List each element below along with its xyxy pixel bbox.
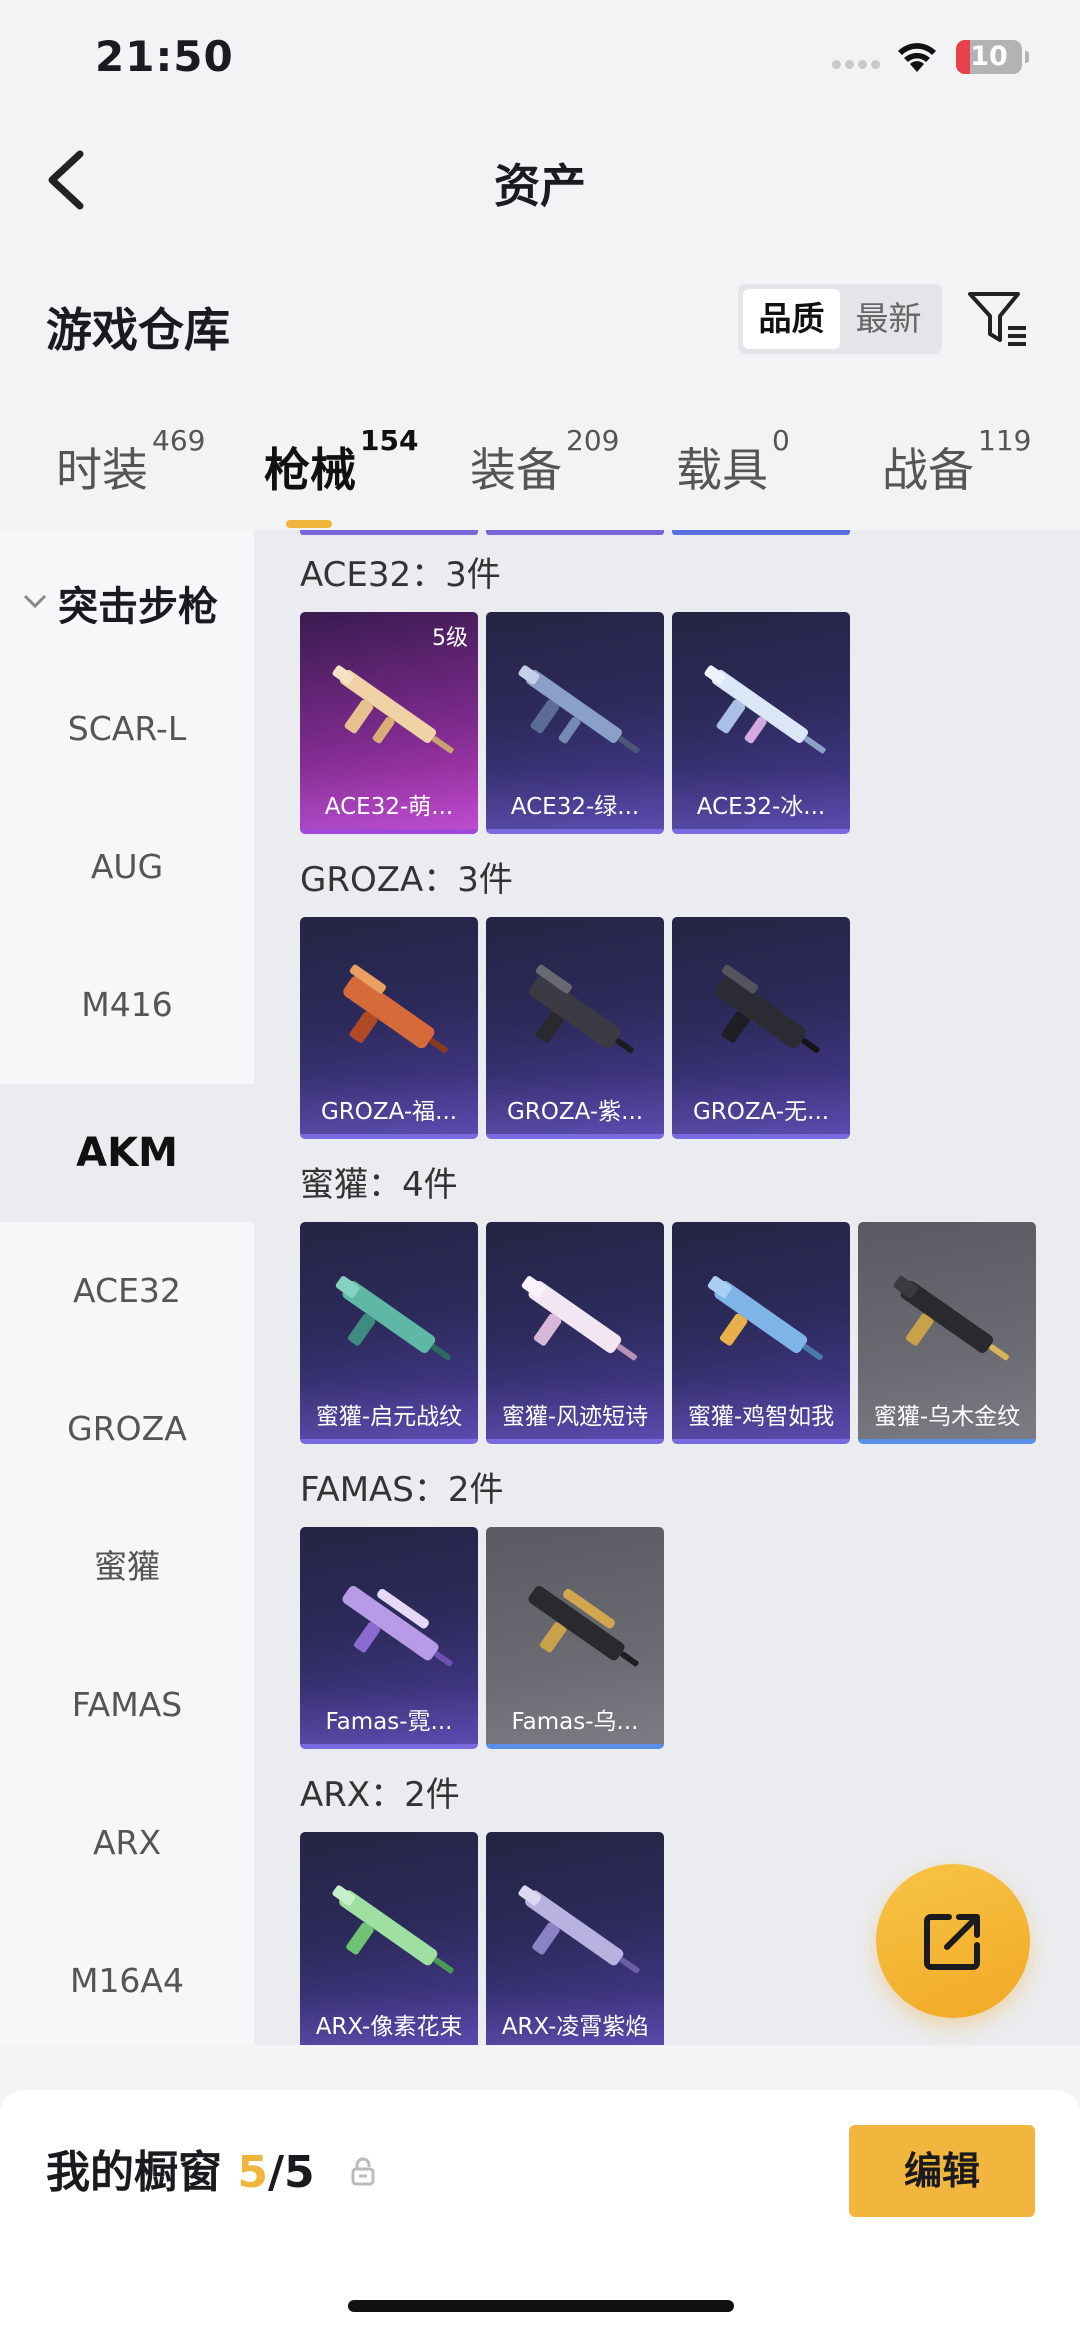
sort-segmented-control: 品质 最新 bbox=[738, 284, 942, 354]
section-groza: GROZA：3件 GROZA-福... GROZA-紫... GROZA-无..… bbox=[300, 855, 1060, 1139]
section-title: ACE32：3件 bbox=[300, 555, 501, 595]
skin-name: 蜜獾-风迹短诗 bbox=[501, 1404, 649, 1430]
tab-label: 载具 bbox=[676, 443, 768, 497]
sidebar-item-scar-l[interactable]: SCAR-L bbox=[0, 660, 254, 798]
sidebar-item-famas[interactable]: FAMAS bbox=[0, 1636, 254, 1774]
skin-card[interactable]: GROZA-紫... bbox=[486, 917, 664, 1139]
skin-card[interactable]: Famas-乌... bbox=[486, 1527, 664, 1749]
tab-count: 469 bbox=[152, 424, 206, 457]
status-bar: 21:50 10 bbox=[0, 0, 1080, 120]
skin-name: GROZA-福... bbox=[320, 1099, 458, 1125]
tab-label: 装备 bbox=[470, 443, 562, 497]
tab-vehicles[interactable]: 载具0 bbox=[676, 424, 790, 500]
skin-name: 蜜獾-启元战纹 bbox=[315, 1404, 463, 1430]
home-indicator bbox=[348, 2300, 734, 2312]
skin-card[interactable]: 蜜獾-风迹短诗 bbox=[486, 1222, 664, 1444]
chevron-down-icon bbox=[23, 594, 47, 609]
section-honey-badger: 蜜獾：4件 蜜獾-启元战纹 蜜獾-风迹短诗 蜜獾-鸡智如我 蜜獾-乌木金纹 bbox=[300, 1160, 1060, 1444]
skin-name: GROZA-紫... bbox=[506, 1099, 644, 1125]
sidebar-item-m416[interactable]: M416 bbox=[0, 936, 254, 1074]
warehouse-title: 游戏仓库 bbox=[46, 303, 230, 357]
skin-card[interactable]: ACE32-冰... bbox=[672, 612, 850, 834]
skin-name: 蜜獾-乌木金纹 bbox=[873, 1404, 1021, 1430]
skin-card[interactable]: 蜜獾-乌木金纹 bbox=[858, 1222, 1036, 1444]
sidebar-item-akm[interactable]: AKM bbox=[0, 1084, 254, 1222]
sidebar-item-m16a4[interactable]: M16A4 bbox=[0, 1912, 254, 2050]
warehouse-header: 游戏仓库 品质 最新 bbox=[0, 280, 1080, 370]
lock-icon bbox=[351, 2157, 375, 2186]
sidebar-item-arx[interactable]: ARX bbox=[0, 1774, 254, 1912]
showcase-title: 我的橱窗 5/5 bbox=[46, 2136, 315, 2200]
section-title: GROZA：3件 bbox=[300, 860, 513, 900]
tab-count: 0 bbox=[772, 424, 790, 457]
skin-name: ARX-像素花束 bbox=[315, 2014, 463, 2040]
section-title: 蜜獾：4件 bbox=[300, 1165, 458, 1205]
sort-quality-button[interactable]: 品质 bbox=[743, 289, 840, 349]
battery-level: 10 bbox=[970, 41, 1008, 72]
section-title: ARX：2件 bbox=[300, 1775, 460, 1815]
active-tab-indicator bbox=[286, 520, 332, 528]
skin-name: ACE32-萌... bbox=[324, 794, 454, 820]
skin-name: ACE32-绿... bbox=[510, 794, 640, 820]
skin-name: Famas-霓... bbox=[325, 1709, 453, 1735]
skin-card[interactable]: Famas-霓... bbox=[300, 1527, 478, 1749]
sidebar-item-aug[interactable]: AUG bbox=[0, 798, 254, 936]
wifi-icon bbox=[898, 43, 936, 72]
skin-level: 5级 bbox=[432, 626, 468, 651]
sidebar-item-honey-badger[interactable]: 蜜獾 bbox=[0, 1498, 254, 1636]
skin-name: Famas-乌... bbox=[511, 1709, 639, 1735]
skin-card[interactable]: ARX-凌霄紫焰 bbox=[486, 1832, 664, 2045]
tab-count: 119 bbox=[978, 424, 1032, 457]
showcase-label: 我的橱窗 bbox=[46, 2147, 222, 2198]
page-title: 资产 bbox=[494, 159, 586, 213]
tab-guns[interactable]: 枪械154 bbox=[264, 424, 418, 528]
edit-button[interactable]: 编辑 bbox=[849, 2125, 1035, 2217]
category-tabs: 时装469 枪械154 装备209 载具0 战备119 bbox=[0, 420, 1080, 530]
battery-icon: 10 bbox=[956, 40, 1029, 74]
sort-latest-button[interactable]: 最新 bbox=[840, 289, 937, 349]
skin-name: GROZA-无... bbox=[692, 1099, 830, 1125]
tab-count: 154 bbox=[360, 424, 419, 457]
status-time: 21:50 bbox=[95, 32, 234, 81]
skin-card[interactable]: ARX-像素花束 bbox=[300, 1832, 478, 2045]
skin-card[interactable]: 5级 ACE32-萌... bbox=[300, 612, 478, 834]
external-link-icon bbox=[924, 1914, 980, 1970]
weapon-type-sidebar: 突击步枪 SCAR-L AUG M416 AKM ACE32 GROZA 蜜獾 … bbox=[0, 530, 254, 2045]
showcase-total: /5 bbox=[267, 2147, 315, 2198]
tab-outfits[interactable]: 时装469 bbox=[56, 424, 205, 500]
share-button[interactable] bbox=[876, 1864, 1030, 2018]
showcase-count: 5 bbox=[237, 2147, 268, 2198]
skin-card[interactable]: GROZA-无... bbox=[672, 917, 850, 1139]
section-ace32: ACE32：3件 5级 ACE32-萌... ACE32-绿... ACE32-… bbox=[300, 550, 1060, 834]
section-title: FAMAS：2件 bbox=[300, 1470, 504, 1510]
section-famas: FAMAS：2件 Famas-霓... Famas-乌... bbox=[300, 1465, 1060, 1749]
skin-card[interactable]: 蜜獾-启元战纹 bbox=[300, 1222, 478, 1444]
nav-bar: 资产 bbox=[0, 130, 1080, 230]
skin-card[interactable]: 蜜獾-鸡智如我 bbox=[672, 1222, 850, 1444]
skin-card[interactable]: GROZA-福... bbox=[300, 917, 478, 1139]
weapon-skin-list: ACE32：3件 5级 ACE32-萌... ACE32-绿... ACE32-… bbox=[254, 530, 1080, 2045]
tab-label: 战备 bbox=[882, 443, 974, 497]
sidebar-item-groza[interactable]: GROZA bbox=[0, 1360, 254, 1498]
tab-label: 时装 bbox=[56, 443, 148, 497]
cellular-signal-icon bbox=[832, 60, 880, 70]
tab-equipment[interactable]: 装备209 bbox=[470, 424, 619, 500]
skin-name: 蜜獾-鸡智如我 bbox=[687, 1404, 835, 1430]
tab-label: 枪械 bbox=[264, 443, 356, 497]
tab-supplies[interactable]: 战备119 bbox=[882, 424, 1031, 500]
skin-name: ACE32-冰... bbox=[696, 794, 826, 820]
filter-icon[interactable] bbox=[966, 290, 1030, 350]
tab-count: 209 bbox=[566, 424, 620, 457]
skin-name: ARX-凌霄紫焰 bbox=[501, 2014, 649, 2040]
skin-card[interactable]: ACE32-绿... bbox=[486, 612, 664, 834]
showcase-bar: 我的橱窗 5/5 编辑 bbox=[0, 2090, 1080, 2339]
sidebar-group-label: 突击步枪 bbox=[58, 584, 218, 630]
sidebar-item-ace32[interactable]: ACE32 bbox=[0, 1222, 254, 1360]
